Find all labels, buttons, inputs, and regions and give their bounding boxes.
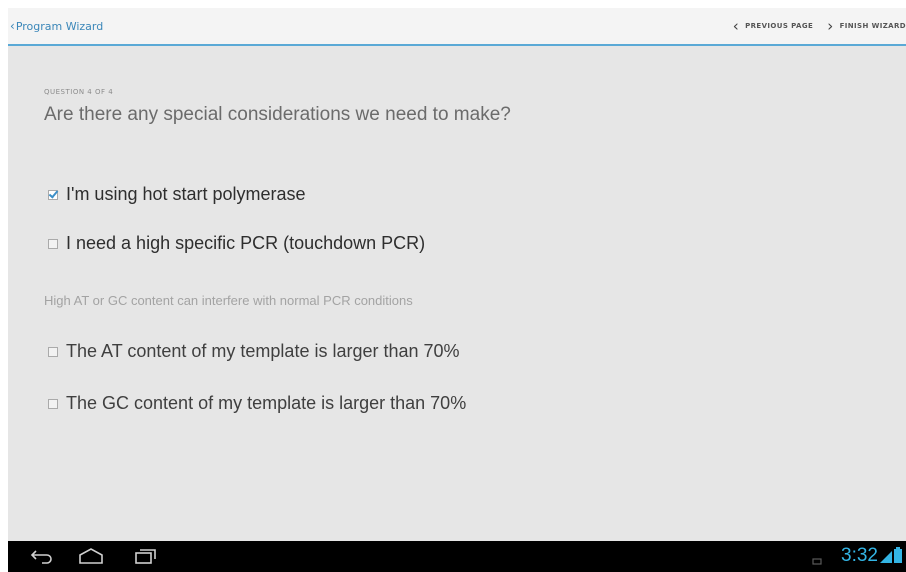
status-clock: 3:32	[841, 545, 878, 566]
option-label: The AT content of my template is larger …	[66, 341, 460, 361]
back-to-program-wizard[interactable]: ‹ Program Wizard	[10, 19, 103, 33]
home-icon[interactable]	[78, 548, 104, 568]
chevron-right-icon: ›	[827, 17, 834, 35]
checkbox-unchecked[interactable]	[48, 398, 58, 409]
checkbox-unchecked[interactable]	[48, 238, 58, 249]
finish-wizard-label: FINISH WIZARD	[839, 22, 906, 30]
recent-apps-icon[interactable]	[134, 548, 158, 568]
option-label: I need a high specific PCR (touchdown PC…	[66, 233, 426, 253]
wizard-nav-actions: ‹ PREVIOUS PAGE › FINISH WIZARD	[719, 17, 906, 35]
battery-icon	[894, 547, 902, 567]
checkbox-unchecked[interactable]	[48, 346, 58, 357]
system-navigation-bar: 3:32	[8, 541, 906, 572]
previous-page-button[interactable]: ‹ PREVIOUS PAGE	[733, 17, 813, 35]
question-counter: QUESTION 4 OF 4	[44, 88, 114, 96]
finish-wizard-button[interactable]: › FINISH WIZARD	[827, 17, 906, 35]
back-icon[interactable]	[30, 548, 54, 568]
notification-icon[interactable]	[812, 551, 822, 570]
app-screen: ‹ Program Wizard ‹ PREVIOUS PAGE › FINIS…	[8, 8, 906, 572]
back-label: Program Wizard	[15, 19, 104, 33]
checkbox-checked[interactable]	[48, 189, 58, 200]
previous-page-label: PREVIOUS PAGE	[745, 22, 814, 30]
chevron-left-icon: ‹	[10, 19, 15, 33]
option-label: I'm using hot start polymerase	[66, 184, 306, 204]
option-touchdown-pcr[interactable]: I need a high specific PCR (touchdown PC…	[48, 233, 425, 254]
content-hint: High AT or GC content can interfere with…	[44, 293, 413, 308]
option-hot-start[interactable]: I'm using hot start polymerase	[48, 184, 306, 205]
action-bar: ‹ Program Wizard ‹ PREVIOUS PAGE › FINIS…	[8, 8, 906, 46]
option-gc-content[interactable]: The GC content of my template is larger …	[48, 393, 466, 414]
chevron-left-icon: ‹	[732, 17, 740, 35]
option-label: The GC content of my template is larger …	[66, 393, 467, 413]
wifi-icon	[880, 548, 892, 567]
option-at-content[interactable]: The AT content of my template is larger …	[48, 341, 460, 362]
question-title: Are there any special considerations we …	[44, 104, 511, 125]
